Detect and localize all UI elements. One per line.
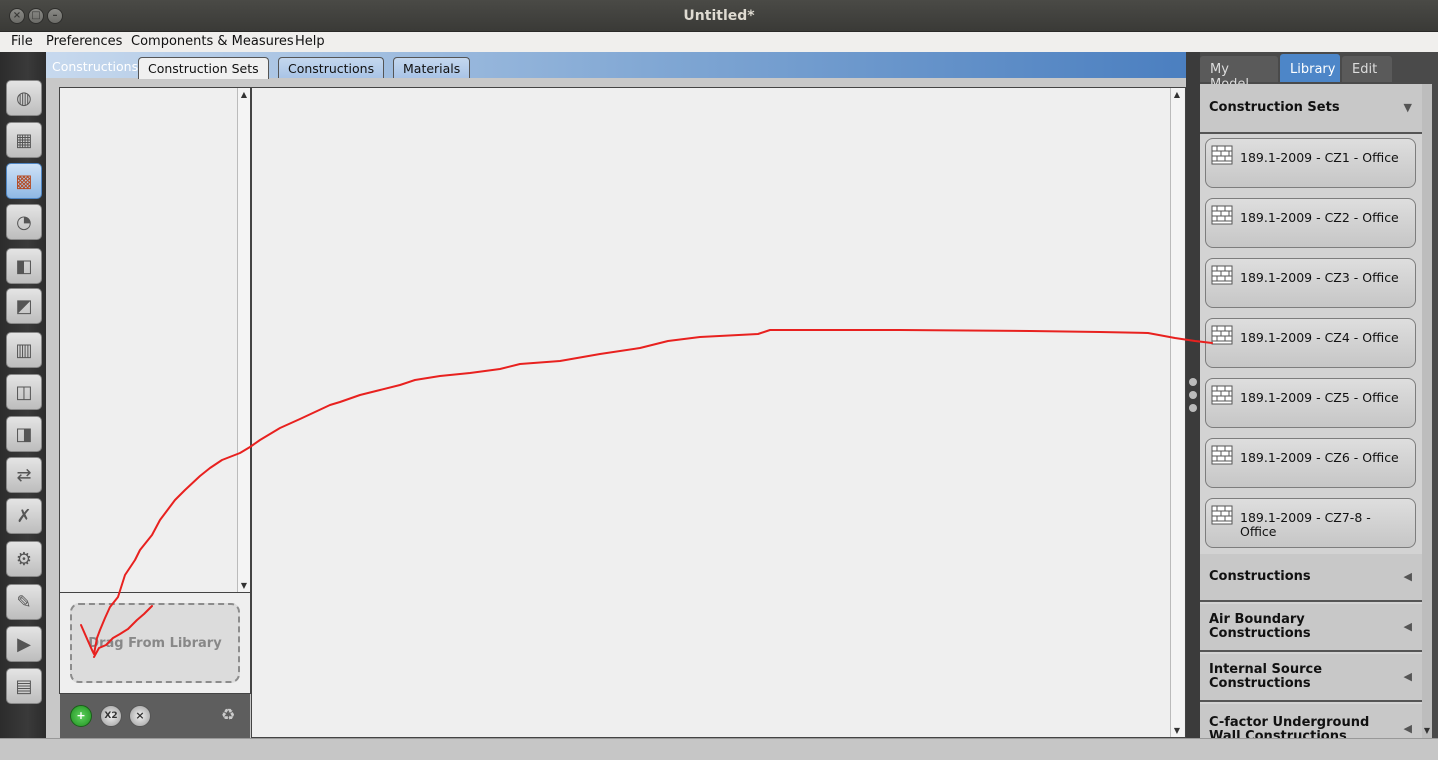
scroll-down-arrow[interactable]: ▼ xyxy=(238,581,250,590)
remove-icon[interactable]: × xyxy=(129,705,151,727)
library-scrollbar[interactable]: ▼ xyxy=(1422,84,1432,738)
facility-building-icon[interactable]: ▥ xyxy=(6,332,42,368)
tab-strip: Constructions Construction Sets Construc… xyxy=(46,52,1186,79)
splitter-handle-dot xyxy=(1189,404,1197,412)
library-item[interactable]: 189.1-2009 - CZ6 - Office xyxy=(1205,438,1416,488)
construction-set-icon xyxy=(1211,205,1233,225)
construction-set-icon xyxy=(1211,145,1233,165)
list-toolbar: + X2 × ♻ xyxy=(60,694,250,738)
library-item[interactable]: 189.1-2009 - CZ7-8 - Office xyxy=(1205,498,1416,548)
spaces-box-icon[interactable]: ◫ xyxy=(6,374,42,410)
library-item-label: 189.1-2009 - CZ4 - Office xyxy=(1240,330,1399,345)
menu-help[interactable]: Help xyxy=(295,34,325,49)
window-title: Untitled* xyxy=(683,8,755,24)
construction-set-list[interactable] xyxy=(59,87,251,593)
results-chart-icon[interactable]: ▤ xyxy=(6,668,42,704)
section-title: Construction Sets xyxy=(1209,100,1340,115)
construction-set-icon xyxy=(1211,325,1233,345)
library-item-label: 189.1-2009 - CZ7-8 - Office xyxy=(1240,510,1371,539)
library-item[interactable]: 189.1-2009 - CZ3 - Office xyxy=(1205,258,1416,308)
library-panel: Construction Sets ▼ 189.1-2009 - CZ1 - O… xyxy=(1200,84,1432,738)
section-title: C-factor Underground Wall Constructions xyxy=(1209,715,1370,739)
tab-library[interactable]: Library xyxy=(1280,54,1340,82)
add-icon[interactable]: + xyxy=(70,705,92,727)
panel-splitter[interactable] xyxy=(1186,52,1200,738)
simulation-settings-gear-icon[interactable]: ⚙ xyxy=(6,541,42,577)
scroll-down-arrow[interactable]: ▼ xyxy=(1171,726,1183,735)
library-item-label: 189.1-2009 - CZ5 - Office xyxy=(1240,390,1399,405)
scroll-down-arrow[interactable]: ▼ xyxy=(1421,726,1433,735)
construction-set-icon xyxy=(1211,445,1233,465)
construction-set-icon xyxy=(1211,505,1233,525)
library-item[interactable]: 189.1-2009 - CZ5 - Office xyxy=(1205,378,1416,428)
list-scrollbar[interactable]: ▲ ▼ xyxy=(237,88,250,592)
library-item[interactable]: 189.1-2009 - CZ1 - Office xyxy=(1205,138,1416,188)
section-title: Air Boundary Constructions xyxy=(1209,612,1311,641)
menu-preferences[interactable]: Preferences xyxy=(46,34,122,49)
library-item[interactable]: 189.1-2009 - CZ2 - Office xyxy=(1205,198,1416,248)
splitter-handle-dot xyxy=(1189,378,1197,386)
scroll-up-arrow[interactable]: ▲ xyxy=(238,90,250,99)
library-item-label: 189.1-2009 - CZ3 - Office xyxy=(1240,270,1399,285)
site-globe-icon[interactable]: ◍ xyxy=(6,80,42,116)
inspector-pane xyxy=(251,87,1186,738)
section-title: Internal Source Constructions xyxy=(1209,662,1323,691)
purge-recycle-icon[interactable]: ♻ xyxy=(217,705,239,727)
library-item-label: 189.1-2009 - CZ1 - Office xyxy=(1240,150,1399,165)
main-content: Constructions Construction Sets Construc… xyxy=(46,52,1186,738)
run-simulation-play-icon[interactable]: ▶ xyxy=(6,626,42,662)
status-bar xyxy=(0,738,1438,760)
constructions-brick-icon[interactable]: ▩ xyxy=(6,163,42,199)
expand-arrow-icon[interactable]: ◀ xyxy=(1404,570,1412,584)
section-air-boundary-constructions[interactable]: Air Boundary Constructions ◀ xyxy=(1200,604,1422,652)
expand-arrow-icon[interactable]: ◀ xyxy=(1404,620,1412,634)
expand-arrow-icon[interactable]: ◀ xyxy=(1404,670,1412,684)
geometry-icon[interactable]: ◩ xyxy=(6,288,42,324)
library-item-label: 189.1-2009 - CZ2 - Office xyxy=(1240,210,1399,225)
menubar: File Preferences Components & Measures H… xyxy=(0,32,1438,52)
schedules-calendar-icon[interactable]: ▦ xyxy=(6,122,42,158)
drag-from-library-dropzone[interactable]: Drag From Library xyxy=(70,603,240,683)
output-variables-icon[interactable]: ✗ xyxy=(6,498,42,534)
thermal-zones-icon[interactable]: ◨ xyxy=(6,416,42,452)
copy-icon[interactable]: X2 xyxy=(100,705,122,727)
inspector-scrollbar[interactable]: ▲ ▼ xyxy=(1170,88,1184,737)
scripts-scroll-icon[interactable]: ✎ xyxy=(6,584,42,620)
section-title: Constructions xyxy=(1209,569,1311,584)
right-sidebar: My Model Library Edit Construction Sets … xyxy=(1200,52,1438,738)
tab-materials[interactable]: Materials xyxy=(393,57,471,78)
left-navigation: ◍ ▦ ▩ ◔ ◧ ◩ ▥ ◫ ◨ ⇄ ✗ ⚙ ✎ ▶ ▤ xyxy=(0,52,46,738)
section-c-factor-underground-wall-constructions[interactable]: C-factor Underground Wall Constructions … xyxy=(1200,704,1422,738)
menu-components-measures[interactable]: Components & Measures xyxy=(131,34,294,49)
section-constructions[interactable]: Constructions ◀ xyxy=(1200,554,1422,602)
splitter-handle-dot xyxy=(1189,391,1197,399)
loads-plug-icon[interactable]: ◔ xyxy=(6,204,42,240)
section-construction-sets[interactable]: Construction Sets ▼ xyxy=(1200,84,1422,134)
tab-construction-sets[interactable]: Construction Sets xyxy=(138,57,269,79)
hvac-loop-icon[interactable]: ⇄ xyxy=(6,457,42,493)
scroll-up-arrow[interactable]: ▲ xyxy=(1171,90,1183,99)
construction-set-icon xyxy=(1211,265,1233,285)
menu-file[interactable]: File xyxy=(11,34,33,49)
tab-constructions[interactable]: Constructions xyxy=(278,57,385,78)
expand-arrow-icon[interactable]: ◀ xyxy=(1404,722,1412,736)
breadcrumb: Constructions xyxy=(52,59,139,74)
tab-edit[interactable]: Edit xyxy=(1342,56,1392,82)
library-item-label: 189.1-2009 - CZ6 - Office xyxy=(1240,450,1399,465)
space-types-icon[interactable]: ◧ xyxy=(6,248,42,284)
collapse-arrow-icon[interactable]: ▼ xyxy=(1404,101,1412,115)
section-internal-source-constructions[interactable]: Internal Source Constructions ◀ xyxy=(1200,654,1422,702)
library-item[interactable]: 189.1-2009 - CZ4 - Office xyxy=(1205,318,1416,368)
window-titlebar: × □ – Untitled* xyxy=(0,0,1438,32)
tab-my-model[interactable]: My Model xyxy=(1200,56,1278,92)
construction-set-icon xyxy=(1211,385,1233,405)
